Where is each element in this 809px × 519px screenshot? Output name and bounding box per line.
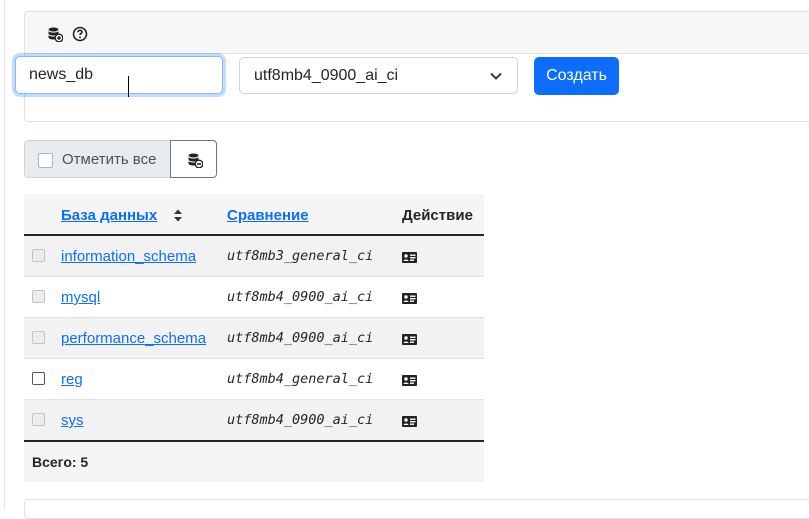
table-row: mysql utf8mb4_0900_ai_ci	[24, 277, 484, 318]
row-checkbox	[32, 249, 45, 262]
create-database-header	[25, 12, 809, 54]
row-checkbox[interactable]	[32, 372, 45, 385]
table-row: performance_schema utf8mb4_0900_ai_ci	[24, 318, 484, 359]
column-header-collation[interactable]: Сравнение	[227, 207, 309, 224]
privileges-icon[interactable]	[402, 416, 417, 427]
database-link[interactable]: mysql	[61, 289, 100, 306]
privileges-icon[interactable]	[402, 252, 417, 263]
table-row: reg utf8mb4_general_ci	[24, 359, 484, 400]
collation-value: utf8mb4_general_ci	[227, 371, 374, 387]
collation-value: utf8mb4_0900_ai_ci	[227, 330, 374, 346]
total-count: Всего: 5	[32, 454, 89, 470]
row-checkbox	[32, 290, 45, 303]
column-header-action: Действие	[402, 207, 473, 224]
privileges-icon[interactable]	[402, 375, 417, 386]
collation-value: utf8mb3_general_ci	[227, 248, 374, 264]
select-all-label[interactable]: Отметить все	[62, 151, 156, 168]
next-section-card	[24, 499, 809, 519]
text-cursor	[128, 76, 129, 97]
privileges-icon[interactable]	[402, 293, 417, 304]
database-link[interactable]: performance_schema	[61, 330, 206, 347]
database-drop-icon	[188, 153, 203, 168]
help-icon[interactable]	[72, 26, 88, 42]
database-add-icon	[48, 27, 63, 42]
select-all-group[interactable]: Отметить все	[24, 140, 171, 178]
table-footer: Всего: 5	[24, 442, 484, 482]
privileges-icon[interactable]	[402, 334, 417, 345]
create-button[interactable]: Создать	[534, 57, 619, 95]
databases-table: База данных Сравнение Действие informati…	[24, 194, 484, 482]
row-checkbox	[32, 331, 45, 344]
database-link[interactable]: information_schema	[61, 248, 196, 265]
collation-value: utf8mb4_0900_ai_ci	[227, 289, 374, 305]
column-header-database[interactable]: База данных	[61, 207, 157, 224]
collation-select-value: utf8mb4_0900_ai_ci	[254, 67, 399, 84]
collation-select[interactable]: utf8mb4_0900_ai_ci	[239, 57, 518, 94]
select-all-checkbox[interactable]	[38, 153, 53, 168]
drop-selected-button[interactable]	[170, 140, 217, 178]
collation-value: utf8mb4_0900_ai_ci	[227, 412, 374, 428]
table-header: База данных Сравнение Действие	[24, 194, 484, 236]
database-name-input[interactable]	[15, 56, 223, 94]
database-link[interactable]: sys	[61, 412, 84, 429]
sort-icon[interactable]	[173, 209, 183, 222]
row-checkbox	[32, 413, 45, 426]
table-row: sys utf8mb4_0900_ai_ci	[24, 400, 484, 442]
chevron-down-icon	[490, 72, 502, 80]
page-left-border	[4, 0, 5, 509]
database-link[interactable]: reg	[61, 371, 83, 388]
table-row: information_schema utf8mb3_general_ci	[24, 236, 484, 277]
